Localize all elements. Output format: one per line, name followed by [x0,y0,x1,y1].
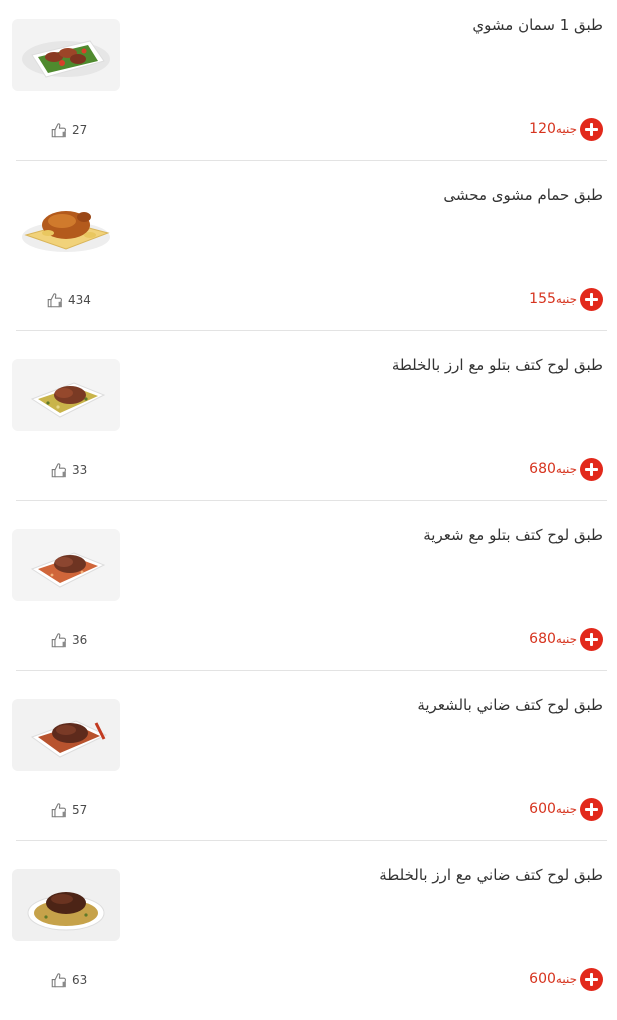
price-value: 600 [529,801,556,817]
price-value: 680 [529,461,556,477]
dish-image[interactable] [12,869,120,941]
likes[interactable]: 33 [50,460,87,480]
price: جنيه600 [529,801,577,817]
price-row: جنيه680 [529,457,603,481]
add-to-cart-button[interactable] [580,117,603,141]
dish-image[interactable] [12,359,120,431]
add-to-cart-button[interactable] [580,287,603,311]
dish-title[interactable]: طبق لوح كتف بتلو مع ارز بالخلطة [143,354,603,376]
divider [16,840,607,841]
divider [16,330,607,331]
like-count: 33 [72,463,88,477]
price-currency: جنيه [555,462,577,476]
menu-item[interactable]: طبق لوح كتف بتلو مع شعرية 36 جنيه680 [0,510,617,680]
price-currency: جنيه [555,292,577,306]
price-row: جنيه680 [529,627,603,651]
thumbs-up-icon[interactable] [46,291,64,309]
price: جنيه120 [529,121,577,137]
price-value: 155 [529,291,556,307]
dish-title[interactable]: طبق لوح كتف ضاني مع ارز بالخلطة [143,864,603,886]
like-count: 27 [72,123,88,137]
thumbs-up-icon[interactable] [50,631,68,649]
thumbs-up-icon[interactable] [50,971,68,989]
likes[interactable]: 27 [50,120,87,140]
dish-image[interactable] [12,529,120,601]
likes[interactable]: 434 [46,290,91,310]
dish-image[interactable] [12,19,120,91]
add-to-cart-button[interactable] [580,967,603,991]
price-currency: جنيه [555,802,577,816]
add-to-cart-button[interactable] [580,457,603,481]
divider [16,670,607,671]
menu-list: طبق 1 سمان مشوي 27 جنيه120 طبق حمام مشوى… [0,0,617,1000]
price: جنيه680 [529,461,577,477]
price-row: جنيه155 [529,287,603,311]
price-row: جنيه600 [529,797,603,821]
price-row: جنيه120 [529,117,603,141]
price: جنيه600 [529,971,577,987]
thumbs-up-icon[interactable] [50,121,68,139]
likes[interactable]: 63 [50,970,87,990]
add-to-cart-button[interactable] [580,627,603,651]
like-count: 63 [72,973,88,987]
dish-image[interactable] [12,699,120,771]
thumbs-up-icon[interactable] [50,461,68,479]
thumbs-up-icon[interactable] [50,801,68,819]
menu-item[interactable]: طبق لوح كتف ضاني بالشعرية 57 جنيه600 [0,680,617,850]
price-row: جنيه600 [529,967,603,991]
likes[interactable]: 57 [50,800,87,820]
like-count: 434 [68,293,91,307]
divider [16,160,607,161]
divider [16,500,607,501]
dish-image[interactable] [12,189,120,261]
price-currency: جنيه [555,972,577,986]
like-count: 57 [72,803,88,817]
menu-item[interactable]: طبق لوح كتف بتلو مع ارز بالخلطة 33 جنيه6… [0,340,617,510]
menu-item[interactable]: طبق لوح كتف ضاني مع ارز بالخلطة 63 جنيه6… [0,850,617,1020]
like-count: 36 [72,633,88,647]
price-value: 680 [529,631,556,647]
price-currency: جنيه [555,122,577,136]
price-value: 120 [529,121,556,137]
price-value: 600 [529,971,556,987]
menu-item[interactable]: طبق حمام مشوى محشى 434 جنيه155 [0,170,617,340]
dish-title[interactable]: طبق حمام مشوى محشى [143,184,603,206]
price: جنيه680 [529,631,577,647]
dish-title[interactable]: طبق لوح كتف بتلو مع شعرية [143,524,603,546]
menu-item[interactable]: طبق 1 سمان مشوي 27 جنيه120 [0,0,617,170]
add-to-cart-button[interactable] [580,797,603,821]
likes[interactable]: 36 [50,630,87,650]
price-currency: جنيه [555,632,577,646]
price: جنيه155 [529,291,577,307]
dish-title[interactable]: طبق لوح كتف ضاني بالشعرية [143,694,603,716]
dish-title[interactable]: طبق 1 سمان مشوي [143,14,603,36]
